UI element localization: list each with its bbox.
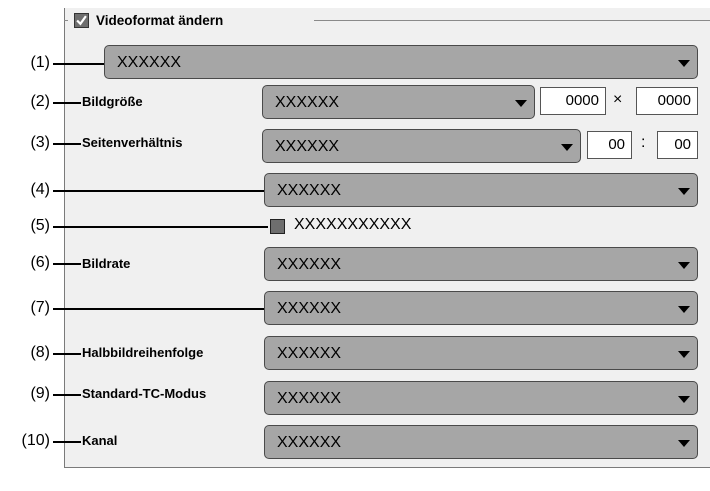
dropdown-value: XXXXXX bbox=[277, 390, 342, 407]
frame-rate-label: Bildrate bbox=[82, 256, 131, 271]
callout-number: (5) bbox=[30, 217, 50, 234]
size-separator: × bbox=[613, 91, 623, 108]
aspect-ratio-b-input[interactable]: 00 bbox=[657, 131, 698, 159]
callout-number: (2) bbox=[30, 93, 50, 110]
tc-mode-label: Standard-TC-Modus bbox=[82, 386, 207, 401]
dropdown-value: XXXXXX bbox=[275, 94, 340, 111]
dropdown-value: XXXXXX bbox=[117, 54, 182, 71]
callout-number: (8) bbox=[30, 344, 50, 361]
field-order-label: Halbbildreihenfolge bbox=[82, 345, 204, 360]
video-format-dropdown[interactable]: XXXXXX bbox=[104, 45, 698, 79]
dropdown-value: XXXXXX bbox=[277, 182, 342, 199]
dropdown-value: XXXXXX bbox=[277, 345, 342, 362]
channel-label: Kanal bbox=[82, 433, 118, 448]
group-title: Videoformat ändern bbox=[96, 13, 224, 28]
frame-rate-option-dropdown[interactable]: XXXXXX bbox=[264, 291, 698, 325]
chevron-down-icon bbox=[678, 396, 690, 403]
frame-size-dropdown[interactable]: XXXXXX bbox=[262, 85, 535, 119]
tc-mode-dropdown[interactable]: XXXXXX bbox=[264, 381, 698, 415]
format-preset-dropdown[interactable]: XXXXXX bbox=[264, 173, 698, 207]
chevron-down-icon bbox=[678, 306, 690, 313]
aspect-ratio-dropdown[interactable]: XXXXXX bbox=[262, 129, 581, 163]
channel-dropdown[interactable]: XXXXXX bbox=[264, 425, 698, 459]
chevron-down-icon bbox=[678, 351, 690, 358]
aspect-ratio-a-input[interactable]: 00 bbox=[587, 131, 632, 159]
videoformat-checkbox[interactable] bbox=[74, 13, 89, 28]
dropdown-value: XXXXXX bbox=[275, 138, 340, 155]
callout-number: (1) bbox=[30, 54, 50, 71]
dropdown-value: XXXXXX bbox=[277, 300, 342, 317]
chevron-down-icon bbox=[678, 440, 690, 447]
chevron-down-icon bbox=[678, 188, 690, 195]
chevron-down-icon bbox=[515, 100, 527, 107]
frame-width-input[interactable]: 0000 bbox=[540, 87, 606, 115]
ratio-separator: : bbox=[641, 134, 646, 151]
option-checkbox[interactable] bbox=[270, 219, 285, 234]
callout-number: (6) bbox=[30, 254, 50, 271]
dropdown-value: XXXXXX bbox=[277, 434, 342, 451]
callout-number: (3) bbox=[30, 134, 50, 151]
option-checkbox-label: XXXXXXXXXXX bbox=[294, 216, 412, 233]
frame-rate-dropdown[interactable]: XXXXXX bbox=[264, 247, 698, 281]
frame-height-input[interactable]: 0000 bbox=[636, 87, 698, 115]
frame-size-label: Bildgröße bbox=[82, 94, 143, 109]
chevron-down-icon bbox=[678, 262, 690, 269]
aspect-ratio-label: Seitenverhältnis bbox=[82, 135, 183, 150]
chevron-down-icon bbox=[561, 144, 573, 151]
callout-number: (7) bbox=[30, 299, 50, 316]
callout-number: (10) bbox=[21, 432, 50, 449]
chevron-down-icon bbox=[678, 60, 690, 67]
check-icon bbox=[76, 15, 87, 26]
field-order-dropdown[interactable]: XXXXXX bbox=[264, 336, 698, 370]
callout-number: (9) bbox=[30, 385, 50, 402]
dropdown-value: XXXXXX bbox=[277, 256, 342, 273]
callout-number: (4) bbox=[30, 181, 50, 198]
